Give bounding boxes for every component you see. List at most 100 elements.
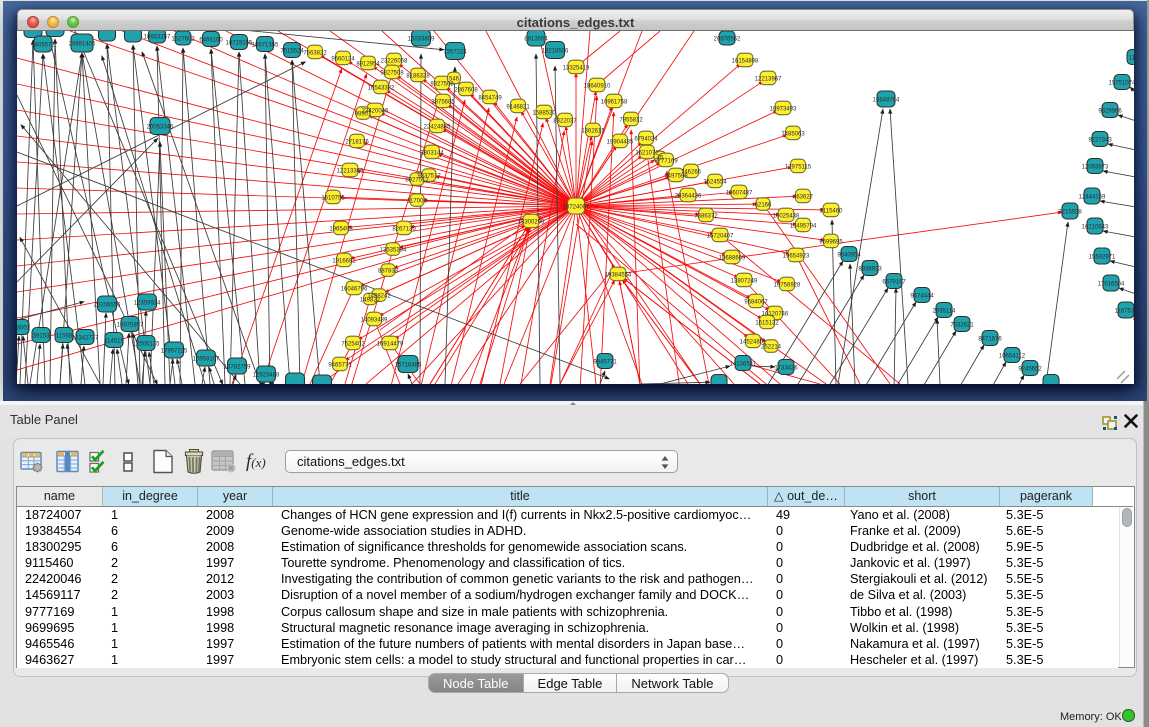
svg-text:8813054: 8813054 [524, 37, 548, 43]
svg-text:16543382: 16543382 [368, 86, 395, 92]
svg-text:7625402: 7625402 [341, 342, 365, 348]
svg-text:20364436: 20364436 [675, 194, 702, 200]
svg-text:9660124: 9660124 [331, 57, 355, 63]
svg-text:20876562: 20876562 [714, 37, 741, 43]
svg-text:3875685: 3875685 [431, 100, 455, 106]
svg-text:1610755: 1610755 [321, 196, 345, 202]
svg-text:7386372: 7386372 [694, 214, 718, 220]
svg-text:39153: 39153 [33, 334, 50, 340]
svg-text:7485063: 7485063 [781, 132, 805, 138]
svg-text:10719155: 10719155 [226, 41, 253, 47]
svg-text:117006: 117006 [407, 199, 427, 205]
svg-text:9329966: 9329966 [1098, 109, 1122, 115]
svg-text:16033809: 16033809 [408, 37, 435, 43]
svg-text:8322037: 8322037 [553, 119, 577, 125]
svg-text:3624554: 3624554 [703, 180, 727, 186]
svg-text:12975115: 12975115 [785, 165, 812, 171]
svg-text:11568: 11568 [56, 334, 73, 340]
svg-text:9474444: 9474444 [910, 294, 934, 300]
svg-text:10654112: 10654112 [999, 354, 1026, 360]
svg-text:8938923: 8938923 [858, 267, 882, 273]
svg-text:8912954: 8912954 [356, 62, 380, 68]
svg-text:1527602: 1527602 [171, 37, 195, 43]
svg-text:463627: 463627 [793, 195, 814, 201]
svg-text:23226058: 23226058 [381, 59, 408, 65]
svg-text:9827508: 9827508 [380, 71, 404, 77]
svg-text:746266: 746266 [681, 170, 702, 176]
svg-text:149822: 149822 [360, 298, 381, 304]
svg-text:15751074: 15751074 [1109, 81, 1134, 87]
svg-text:13535394: 13535394 [380, 248, 407, 254]
svg-text:14136541: 14136541 [730, 362, 757, 368]
svg-text:1733426: 1733426 [774, 366, 798, 372]
svg-text:1615132: 1615132 [755, 321, 779, 327]
svg-text:9684067: 9684067 [744, 300, 768, 306]
svg-text:12213967: 12213967 [755, 77, 782, 83]
svg-text:10653257: 10653257 [144, 35, 171, 41]
svg-text:16210643: 16210643 [1082, 225, 1109, 231]
svg-text:19218506: 19218506 [542, 49, 569, 55]
svg-text:1167534: 1167534 [1115, 309, 1134, 315]
svg-text:10961758: 10961758 [601, 100, 628, 106]
svg-text:15716485: 15716485 [395, 363, 422, 369]
svg-text:13495794: 13495794 [790, 224, 817, 230]
svg-text:17957225: 17957225 [161, 349, 188, 355]
svg-text:12444159: 12444159 [1079, 195, 1106, 201]
svg-text:16154808: 16154808 [732, 59, 759, 65]
svg-text:12923488: 12923488 [253, 373, 280, 379]
svg-text:3215938: 3215938 [1058, 210, 1082, 216]
svg-text:10975857: 10975857 [117, 323, 144, 329]
svg-text:16914479: 16914479 [377, 342, 404, 348]
svg-text:1112: 1112 [1129, 56, 1134, 62]
svg-text:16756928: 16756928 [774, 283, 801, 289]
svg-text:9640954: 9640954 [837, 253, 861, 259]
svg-text:98901: 98901 [355, 112, 372, 118]
svg-text:12342737: 12342737 [72, 336, 99, 342]
svg-text:16046796: 16046796 [341, 287, 368, 293]
svg-text:9699695: 9699695 [819, 240, 843, 246]
svg-text:15592971: 15592971 [1089, 255, 1116, 261]
svg-text:12359924: 12359924 [134, 301, 161, 307]
svg-text:16648784: 16648784 [873, 98, 900, 104]
svg-text:9837512: 9837512 [417, 174, 441, 180]
svg-text:1965493: 1965493 [329, 227, 353, 233]
svg-text:7663822: 7663822 [303, 51, 327, 57]
svg-text:10973493: 10973493 [770, 107, 797, 113]
svg-text:8267130: 8267130 [392, 227, 416, 233]
svg-text:22424845: 22424845 [424, 125, 451, 131]
svg-text:18640910: 18640910 [584, 84, 611, 90]
svg-text:9227343: 9227343 [1088, 138, 1112, 144]
svg-text:19904435: 19904435 [607, 140, 634, 146]
svg-text:13807249: 13807249 [731, 279, 758, 285]
svg-text:1405572: 1405572 [31, 43, 55, 49]
svg-text:8471676: 8471676 [978, 337, 1002, 343]
svg-text:1916682: 1916682 [332, 259, 356, 265]
svg-text:887833: 887833 [378, 269, 399, 275]
svg-text:7632621: 7632621 [950, 323, 974, 329]
svg-text:7515524: 7515524 [280, 49, 304, 55]
svg-text:9465771: 9465771 [328, 363, 352, 369]
svg-text:2718176: 2718176 [345, 140, 369, 146]
svg-text:12213369: 12213369 [337, 169, 364, 175]
svg-text:114519: 114519 [104, 339, 124, 345]
svg-text:10671355: 10671355 [252, 43, 279, 49]
svg-text:20691406: 20691406 [69, 42, 96, 48]
svg-text:13325419: 13325419 [563, 66, 590, 72]
svg-text:19654923: 19654923 [783, 254, 810, 260]
svg-text:8454749: 8454749 [478, 96, 502, 102]
svg-text:2803144: 2803144 [420, 151, 444, 157]
svg-text:15720407: 15720407 [707, 234, 734, 240]
svg-text:18300295: 18300295 [518, 220, 545, 226]
svg-text:9146821: 9146821 [506, 105, 530, 111]
svg-text:252214: 252214 [761, 345, 782, 351]
svg-text:546: 546 [449, 77, 460, 83]
svg-text:62166: 62166 [755, 203, 772, 209]
svg-text:10025438: 10025438 [773, 214, 800, 220]
svg-text:9245652: 9245652 [1018, 367, 1042, 373]
svg-text:19384554: 19384554 [605, 273, 632, 279]
svg-text:853001: 853001 [17, 326, 31, 332]
svg-text:14093489: 14093489 [361, 318, 388, 324]
svg-text:8186328: 8186328 [406, 74, 430, 80]
svg-text:20053346: 20053346 [147, 125, 174, 131]
svg-text:7955812: 7955812 [619, 118, 643, 124]
